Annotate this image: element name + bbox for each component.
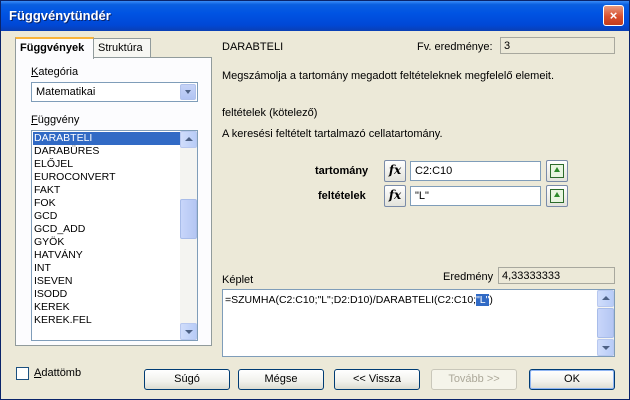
- function-list-scrollbar[interactable]: [180, 131, 197, 340]
- fx-icon[interactable]: fx: [384, 160, 406, 182]
- argument-label-criteria: feltételek: [318, 190, 366, 202]
- next-button[interactable]: Tovább >>: [431, 369, 517, 390]
- title-bar[interactable]: Függvénytündér ×: [1, 1, 629, 31]
- scroll-thumb[interactable]: [180, 199, 197, 239]
- category-label: Kategória: [31, 66, 79, 78]
- argument-input-criteria[interactable]: "L": [410, 186, 541, 206]
- scroll-up-icon[interactable]: [180, 131, 197, 148]
- function-listbox[interactable]: DARABTELI DARABÜRES ELŐJEL EUROCONVERT FAKT F…: [31, 130, 198, 341]
- function-list-item[interactable]: ELŐJEL: [33, 158, 180, 171]
- function-list-item[interactable]: ISEVEN: [33, 275, 180, 288]
- fx-icon[interactable]: fx: [384, 185, 406, 207]
- function-list: DARABTELI DARABÜRES ELŐJEL EUROCONVERT FAKT F…: [33, 132, 180, 327]
- functions-tab-panel: Kategória Matematikai Függvény DARABTELI…: [15, 57, 212, 346]
- scroll-up-icon[interactable]: [597, 290, 614, 307]
- function-list-item[interactable]: KEREK.FEL: [33, 314, 180, 327]
- function-list-item[interactable]: DARABTELI: [33, 132, 180, 145]
- function-list-item[interactable]: INT: [33, 262, 180, 275]
- formula-result-value: 4,33333333: [498, 267, 615, 284]
- formula-label: Képlet: [222, 274, 254, 286]
- array-checkbox[interactable]: [16, 367, 29, 380]
- function-name: DARABTELI: [222, 41, 284, 53]
- function-list-item[interactable]: FAKT: [33, 184, 180, 197]
- function-list-item[interactable]: GCD_ADD: [33, 223, 180, 236]
- function-wizard-dialog: Függvénytündér × Függvények Struktúra Ka…: [0, 0, 630, 400]
- ok-button[interactable]: OK: [529, 369, 615, 390]
- parameter-description: A keresési feltételt tartalmazó cellatar…: [222, 128, 443, 140]
- scroll-thumb[interactable]: [597, 308, 614, 338]
- function-list-item[interactable]: EUROCONVERT: [33, 171, 180, 184]
- back-button[interactable]: << Vissza: [334, 369, 420, 390]
- category-value: Matematikai: [36, 86, 96, 98]
- cancel-button[interactable]: Mégse: [238, 369, 324, 390]
- argument-label-range: tartomány: [315, 165, 369, 177]
- parameter-title: feltételek (kötelező): [222, 107, 318, 119]
- chevron-down-icon[interactable]: [180, 84, 196, 100]
- formula-result-label: Eredmény: [443, 271, 494, 283]
- shrink-icon[interactable]: [546, 185, 568, 207]
- function-list-item[interactable]: GCD: [33, 210, 180, 223]
- function-list-item[interactable]: GYÖK: [33, 236, 180, 249]
- formula-selection: "L": [476, 294, 490, 306]
- close-icon[interactable]: ×: [603, 5, 624, 26]
- array-checkbox-label: Adattömb: [34, 367, 82, 379]
- argument-input-range[interactable]: C2:C10: [410, 161, 541, 181]
- formula-scrollbar[interactable]: [597, 290, 614, 356]
- category-select[interactable]: Matematikai: [31, 82, 198, 102]
- formula-editor[interactable]: =SZUMHA(C2:C10;"L";D2:D10)/DARABTELI(C2:…: [222, 289, 615, 357]
- formula-text: =SZUMHA(C2:C10;"L";D2:D10)/DARABTELI(C2:…: [225, 294, 493, 306]
- tab-structure[interactable]: Struktúra: [93, 38, 151, 58]
- tab-functions[interactable]: Függvények: [15, 37, 94, 59]
- function-list-item[interactable]: FOK: [33, 197, 180, 210]
- function-result-label: Fv. eredménye:: [417, 41, 493, 53]
- function-result-value: 3: [500, 37, 615, 54]
- scroll-down-icon[interactable]: [597, 339, 614, 356]
- function-list-item[interactable]: HATVÁNY: [33, 249, 180, 262]
- help-button[interactable]: Súgó: [144, 369, 230, 390]
- shrink-icon[interactable]: [546, 160, 568, 182]
- function-list-label: Függvény: [31, 114, 80, 126]
- function-list-item[interactable]: KEREK: [33, 301, 180, 314]
- function-list-item[interactable]: DARABÜRES: [33, 145, 180, 158]
- function-list-item[interactable]: ISODD: [33, 288, 180, 301]
- function-description: Megszámolja a tartomány megadott feltéte…: [222, 70, 555, 82]
- window-title: Függvénytündér: [9, 8, 111, 23]
- scroll-down-icon[interactable]: [180, 323, 197, 340]
